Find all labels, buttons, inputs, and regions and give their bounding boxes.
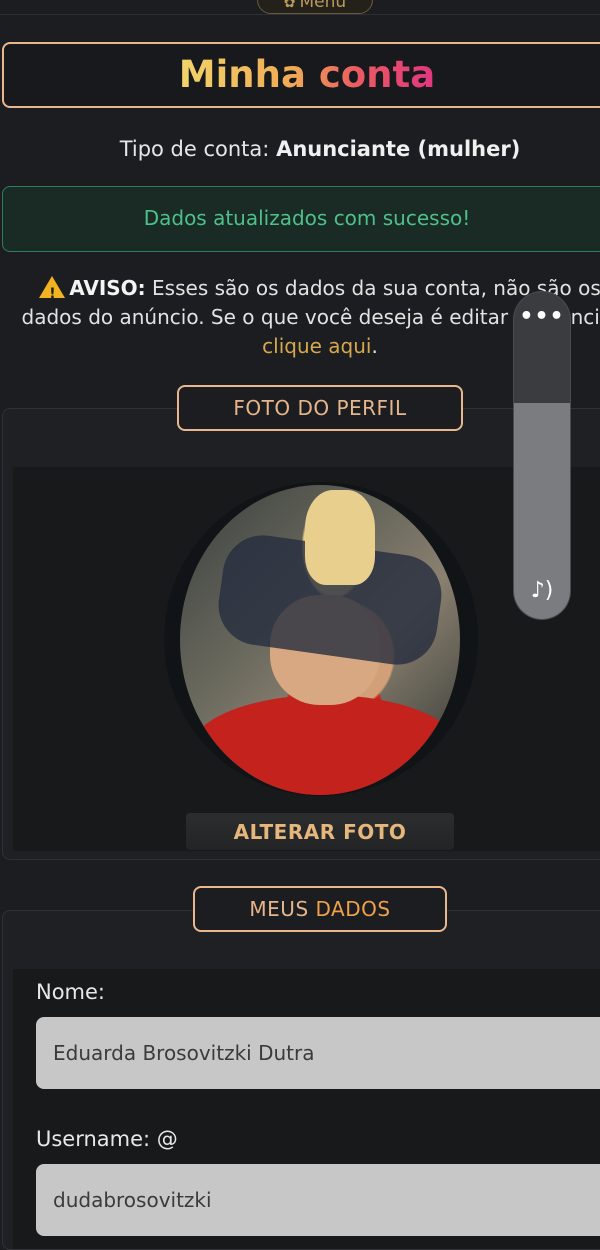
menu-button[interactable]: ✿ Menu bbox=[257, 0, 373, 14]
music-note-icon[interactable]: ♪) bbox=[524, 573, 560, 609]
success-alert: Dados atualizados com sucesso! bbox=[2, 186, 600, 252]
edit-ad-link[interactable]: clique aqui bbox=[262, 334, 371, 358]
warning-icon bbox=[39, 276, 66, 309]
avatar-hair bbox=[305, 490, 375, 585]
account-type-value: Anunciante (mulher) bbox=[276, 137, 521, 161]
warning-after-link: . bbox=[371, 334, 378, 358]
profile-photo-label: FOTO DO PERFIL bbox=[177, 385, 463, 431]
username-field[interactable]: dudabrosovitzki bbox=[36, 1164, 600, 1236]
gear-icon: ✿ bbox=[283, 0, 296, 11]
page-title: Minha conta bbox=[178, 53, 436, 96]
warning-notice: AVISO: Esses são os dados da sua conta, … bbox=[0, 273, 600, 361]
avatar-chair bbox=[190, 695, 460, 795]
name-field[interactable]: Eduarda Brosovitzki Dutra bbox=[36, 1017, 600, 1089]
volume-overlay[interactable]: ••• ♪) bbox=[514, 292, 570, 619]
avatar bbox=[180, 485, 460, 795]
my-data-label: MEUS DADOS bbox=[193, 886, 447, 932]
menu-label: Menu bbox=[299, 0, 347, 12]
warning-bold: AVISO: bbox=[69, 276, 146, 300]
account-type-label: Tipo de conta: bbox=[119, 137, 270, 161]
username-label: Username: @ bbox=[36, 1127, 178, 1151]
account-type: Tipo de conta: Anunciante (mulher) bbox=[0, 137, 600, 161]
more-dots-icon[interactable]: ••• bbox=[514, 306, 570, 328]
profile-photo-label-text: FOTO DO PERFIL bbox=[233, 396, 407, 420]
my-data-label-part1: MEUS bbox=[249, 897, 316, 921]
name-label: Nome: bbox=[36, 980, 106, 1004]
change-photo-button[interactable]: ALTERAR FOTO bbox=[186, 813, 454, 850]
success-message: Dados atualizados com sucesso! bbox=[143, 206, 471, 230]
page-title-box: Minha conta bbox=[2, 42, 600, 108]
my-data-label-part2: DADOS bbox=[315, 897, 391, 921]
